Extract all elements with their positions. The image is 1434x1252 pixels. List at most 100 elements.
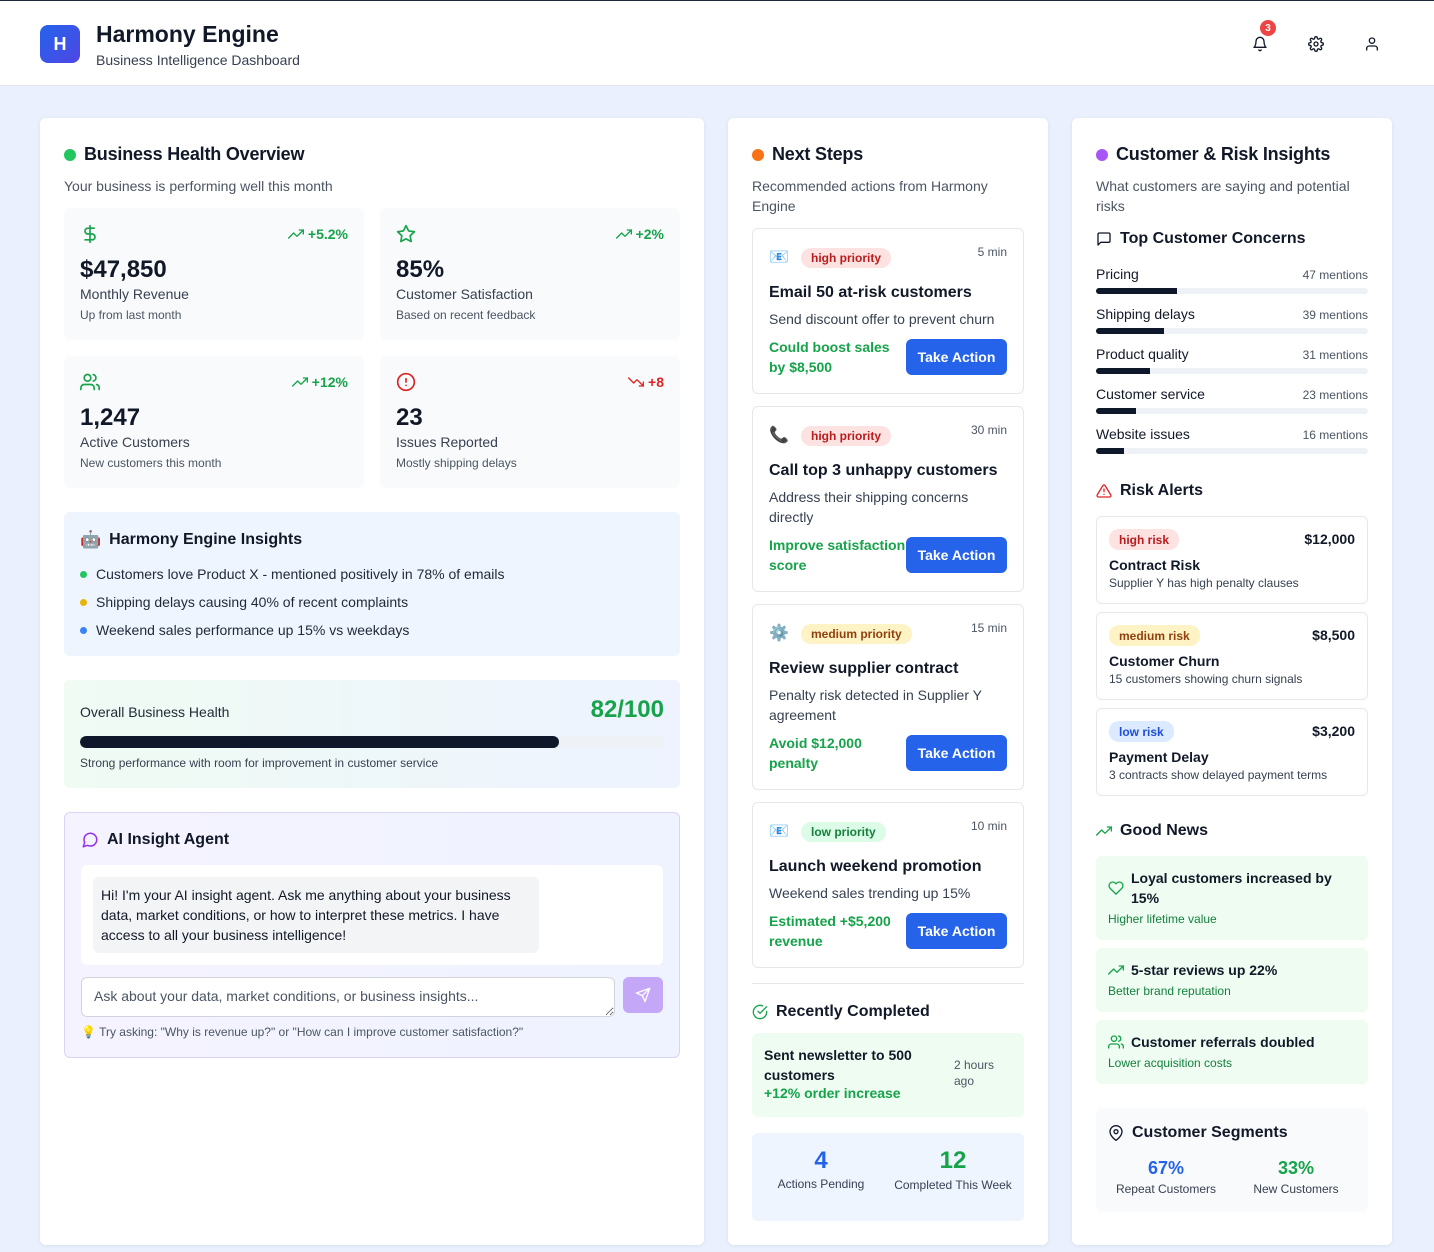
app-logo[interactable]: H (40, 25, 80, 63)
concern-item: Pricing 47 mentions (1096, 266, 1368, 294)
metric-change: +8 (628, 374, 664, 390)
message-circle-icon (82, 832, 98, 848)
metric-change-text: +5.2% (307, 226, 348, 242)
risk-amount: $12,000 (1304, 531, 1355, 547)
overall-health-panel: Overall Business Health 82/100 Strong pe… (64, 680, 680, 788)
settings-button[interactable] (1305, 33, 1327, 55)
take-action-button[interactable]: Take Action (906, 339, 1007, 375)
stat-label: Actions Pending (777, 1177, 865, 1191)
good-news-item: Customer referrals doubled Lower acquisi… (1096, 1020, 1368, 1084)
metric-label: Issues Reported (396, 434, 498, 450)
action-title: Launch weekend promotion (769, 858, 982, 875)
business-health-title: Business Health Overview (64, 144, 304, 165)
stat-value: 12 (939, 1147, 967, 1174)
customer-segments-title: Customer Segments (1108, 1124, 1288, 1142)
good-news-text: Loyal customers increased by 15% (1131, 870, 1332, 906)
bullet-icon (80, 570, 87, 578)
divider (752, 983, 1024, 984)
risk-alert[interactable]: high risk $12,000 Contract Risk Supplier… (1096, 516, 1368, 604)
metric-issues-reported: +8 23 Issues Reported Mostly shipping de… (380, 356, 680, 488)
take-action-button[interactable]: Take Action (906, 735, 1007, 771)
insight-text: Customers love Product X - mentioned pos… (96, 566, 505, 582)
priority-badge: low priority (801, 822, 886, 842)
risk-alerts-title: Risk Alerts (1096, 482, 1203, 500)
concern-mentions: 31 mentions (1302, 348, 1368, 362)
top-concerns-title-text: Top Customer Concerns (1120, 230, 1306, 247)
risk-alert[interactable]: low risk $3,200 Payment Delay 3 contract… (1096, 708, 1368, 796)
profile-button[interactable] (1361, 33, 1383, 55)
metric-value: 85% (396, 256, 445, 283)
ai-agent-title: AI Insight Agent (81, 831, 229, 849)
stat-actions-pending: 4 Actions Pending (752, 1147, 890, 1191)
take-action-button[interactable]: Take Action (906, 913, 1007, 949)
action-card: 📧 high priority 5 min Email 50 at-risk c… (752, 228, 1024, 394)
insight-text: Weekend sales performance up 15% vs week… (96, 622, 410, 638)
risk-badge: low risk (1109, 721, 1174, 742)
concern-bar-track (1096, 408, 1368, 414)
risk-description: 3 contracts show delayed payment terms (1109, 768, 1328, 782)
metric-change-text: +8 (648, 374, 664, 390)
agent-question-input[interactable] (81, 977, 615, 1017)
concern-item: Customer service 23 mentions (1096, 386, 1368, 414)
insight-item: Shipping delays causing 40% of recent co… (80, 594, 408, 610)
next-steps-subtitle: Recommended actions from Harmony Engine (752, 178, 988, 214)
take-action-button[interactable]: Take Action (906, 537, 1007, 573)
risk-alert[interactable]: medium risk $8,500 Customer Churn 15 cus… (1096, 612, 1368, 700)
risk-title: Customer Churn (1109, 653, 1220, 669)
agent-hint: 💡 Try asking: "Why is revenue up?" or "H… (81, 1025, 523, 1039)
metric-label: Active Customers (80, 434, 190, 450)
chat-window: Hi! I'm your AI insight agent. Ask me an… (81, 865, 663, 965)
metric-value: $47,850 (80, 256, 167, 283)
risk-description: Supplier Y has high penalty clauses (1109, 576, 1299, 590)
action-card: 📧 low priority 10 min Launch weekend pro… (752, 802, 1024, 968)
completed-item-time: 2 hours ago (954, 1058, 995, 1088)
action-card: 📞 high priority 30 min Call top 3 unhapp… (752, 406, 1024, 592)
star-icon (396, 224, 416, 243)
action-time: 30 min (970, 423, 1007, 437)
action-impact: Estimated +$5,200 revenue (769, 913, 891, 949)
completed-item-title: Sent newsletter to 500 customers (764, 1047, 912, 1083)
risk-badge: high risk (1109, 529, 1180, 550)
action-description: Send discount offer to prevent churn (769, 311, 995, 327)
customer-risk-title: Customer & Risk Insights (1096, 144, 1330, 165)
gear-icon: ⚙️ (769, 625, 789, 642)
customer-risk-card: Customer & Risk Insights What customers … (1072, 118, 1392, 1245)
risk-badge: medium risk (1109, 625, 1200, 646)
stat-value: 4 (814, 1147, 828, 1174)
app-header: H Harmony Engine Business Intelligence D… (0, 0, 1434, 86)
metric-value: 23 (396, 404, 423, 431)
concern-mentions: 23 mentions (1302, 388, 1368, 402)
next-steps-title: Next Steps (752, 144, 863, 165)
concern-bar-track (1096, 288, 1368, 294)
next-steps-title-text: Next Steps (772, 144, 864, 164)
recently-completed-title: Recently Completed (752, 1003, 930, 1021)
concern-mentions: 47 mentions (1302, 268, 1368, 282)
segment-value: 33% (1277, 1158, 1315, 1178)
metric-note: Up from last month (80, 308, 182, 322)
business-health-title-text: Business Health Overview (84, 144, 305, 164)
notifications-button[interactable]: 3 (1249, 20, 1276, 55)
app-title: Harmony Engine (96, 21, 279, 47)
segment-value: 67% (1147, 1158, 1185, 1178)
priority-badge: high priority (801, 426, 891, 446)
good-news-note: Better brand reputation (1108, 984, 1231, 998)
status-dot-icon (1096, 148, 1108, 161)
concern-item: Product quality 31 mentions (1096, 346, 1368, 374)
concern-item: Shipping delays 39 mentions (1096, 306, 1368, 334)
overall-health-note: Strong performance with room for improve… (80, 756, 439, 770)
action-description: Penalty risk detected in Supplier Y agre… (769, 687, 982, 723)
metric-value: 1,247 (80, 404, 141, 431)
action-stats: 4 Actions Pending 12 Completed This Week (752, 1133, 1024, 1221)
good-news-title: Good News (1096, 822, 1208, 840)
action-title: Call top 3 unhappy customers (769, 462, 998, 479)
notification-badge: 3 (1260, 20, 1276, 36)
status-dot-icon (752, 148, 764, 161)
insight-item: Customers love Product X - mentioned pos… (80, 566, 505, 582)
concern-bar-track (1096, 328, 1368, 334)
action-impact: Improve satisfaction score (769, 537, 906, 573)
completed-item-result: +12% order increase (764, 1085, 901, 1101)
ai-insight-agent-panel: AI Insight Agent Hi! I'm your AI insight… (64, 812, 680, 1058)
send-icon (635, 987, 651, 1003)
logo-letter: H (53, 33, 67, 54)
send-button[interactable] (623, 977, 663, 1013)
